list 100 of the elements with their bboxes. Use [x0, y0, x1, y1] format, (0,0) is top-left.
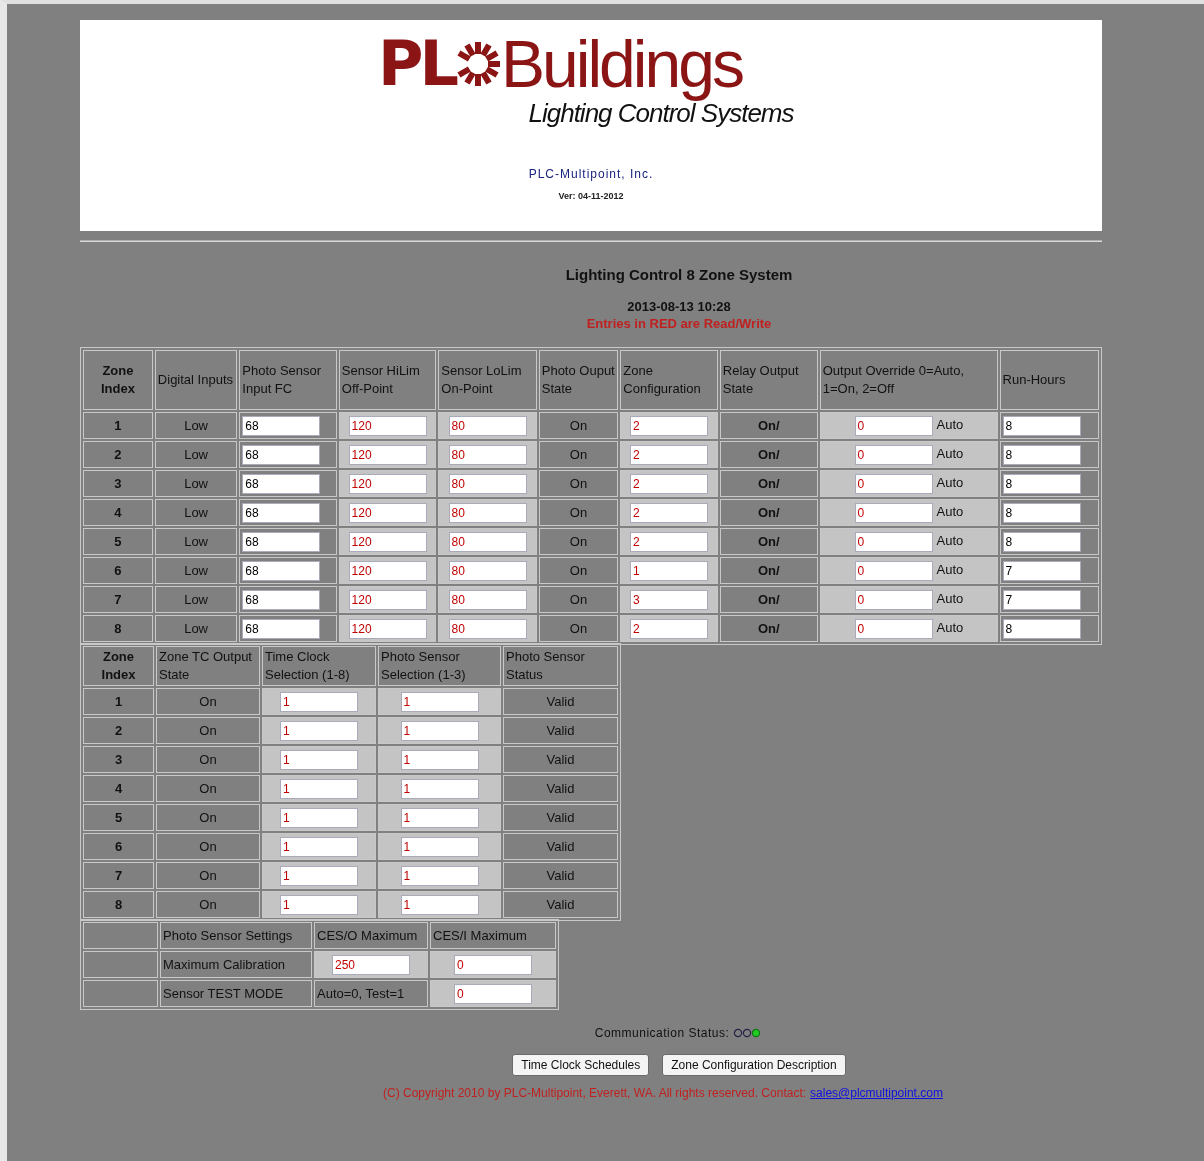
input-field[interactable]: 120 [348, 560, 427, 581]
input-field[interactable]: 8 [1002, 473, 1081, 494]
input-field[interactable]: 80 [448, 531, 527, 552]
input-field[interactable]: 120 [348, 618, 427, 639]
input-field[interactable]: 80 [448, 560, 527, 581]
input-field[interactable]: 8 [1002, 415, 1081, 436]
date-time: 2013-08-13 10:28 [627, 299, 731, 314]
input-field[interactable]: 80 [448, 473, 527, 494]
table-cell: Low [154, 586, 238, 613]
input-field[interactable]: 1 [630, 560, 708, 581]
column-header: Run-Hours [999, 350, 1099, 410]
input-field[interactable]: 2 [630, 444, 708, 465]
input-field[interactable]: 7 [1002, 589, 1081, 610]
input-field[interactable]: 68 [242, 473, 321, 494]
override-label: Auto [936, 503, 965, 519]
sunburst-icon [455, 39, 502, 89]
input-field[interactable]: 120 [348, 531, 427, 552]
column-header: CES/I Maximum [430, 922, 556, 949]
input-field[interactable]: 68 [242, 531, 321, 552]
table-cell: Valid [503, 891, 618, 918]
table-cell: 7 [83, 862, 154, 889]
input-field[interactable]: 1 [280, 691, 358, 712]
input-field[interactable]: 1 [400, 807, 479, 828]
input-field[interactable]: 68 [242, 502, 321, 523]
input-field[interactable]: 1 [400, 836, 479, 857]
input-field[interactable]: 0 [854, 589, 933, 610]
input-field[interactable]: 8 [1002, 618, 1081, 639]
table-cell: 8 [83, 615, 153, 642]
input-field[interactable]: 80 [448, 589, 527, 610]
input-field[interactable]: 2 [630, 502, 708, 523]
input-field[interactable]: 1 [400, 894, 479, 915]
table-cell: 4 [83, 499, 153, 526]
table-cell: 3 [83, 470, 153, 497]
input-field[interactable]: 68 [242, 415, 321, 436]
column-header: CES/O Maximum [314, 922, 428, 949]
input-field[interactable]: 0 [854, 502, 933, 523]
table-cell: Valid [503, 804, 618, 831]
table-cell: On [538, 412, 619, 439]
table-cell: Valid [503, 833, 618, 860]
table-cell: Low [154, 441, 238, 468]
input-field[interactable]: 1 [280, 894, 358, 915]
page-title: Lighting Control 8 Zone System [565, 266, 793, 283]
input-field[interactable]: 3 [630, 589, 708, 610]
input-field[interactable]: 0 [854, 618, 933, 639]
column-header: Zone Configuration [620, 350, 718, 410]
note-text: Entries in RED are Read/Write [586, 316, 772, 331]
input-field[interactable]: 80 [448, 618, 527, 639]
input-field[interactable]: 1 [400, 778, 479, 799]
table-cell: 5 [83, 804, 154, 831]
version-text: Ver: 04-11-2012 [558, 191, 624, 201]
input-field[interactable]: 0 [454, 954, 532, 975]
input-field[interactable]: 120 [348, 444, 427, 465]
input-field[interactable]: 1 [280, 720, 358, 741]
input-field[interactable]: 68 [242, 589, 321, 610]
input-field[interactable]: 1 [280, 807, 358, 828]
column-header: Photo Ouput State [538, 350, 619, 410]
table-cell: Maximum Calibration [160, 951, 312, 978]
table-cell: Auto=0, Test=1 [314, 980, 428, 1007]
input-field[interactable]: 2 [630, 618, 708, 639]
input-field[interactable]: 1 [280, 749, 358, 770]
input-field[interactable]: 0 [454, 983, 532, 1004]
input-field[interactable]: 8 [1002, 444, 1081, 465]
input-field[interactable]: 1 [280, 836, 358, 857]
input-field[interactable]: 68 [242, 618, 321, 639]
input-field[interactable]: 1 [400, 749, 479, 770]
input-field[interactable]: 250 [332, 954, 410, 975]
input-field[interactable]: 2 [630, 415, 708, 436]
input-field[interactable]: 120 [348, 415, 427, 436]
input-field[interactable]: 80 [448, 502, 527, 523]
input-field[interactable]: 0 [854, 473, 933, 494]
input-field[interactable]: 2 [630, 473, 708, 494]
table-cell: Low [154, 470, 238, 497]
input-field[interactable]: 1 [280, 778, 358, 799]
input-field[interactable]: 80 [448, 415, 527, 436]
input-field[interactable]: 0 [854, 531, 933, 552]
nav-button[interactable]: Time Clock Schedules [512, 1054, 650, 1076]
table-cell: On/ [719, 470, 818, 497]
input-field[interactable]: 120 [348, 502, 427, 523]
input-field[interactable]: 0 [854, 444, 933, 465]
input-field[interactable]: 68 [242, 560, 321, 581]
input-field[interactable]: 0 [854, 415, 933, 436]
input-field[interactable]: 120 [348, 589, 427, 610]
input-field[interactable]: 1 [400, 865, 479, 886]
input-field[interactable]: 1 [400, 691, 479, 712]
input-field[interactable]: 1 [280, 865, 358, 886]
table-cell: On [538, 470, 619, 497]
input-field[interactable]: 8 [1002, 502, 1081, 523]
table-cell: 2 [83, 717, 154, 744]
input-field[interactable]: 68 [242, 444, 321, 465]
table-cell: 3 [83, 746, 154, 773]
nav-button[interactable]: Zone Configuration Description [662, 1054, 846, 1076]
input-field[interactable]: 7 [1002, 560, 1081, 581]
input-field[interactable]: 80 [448, 444, 527, 465]
input-field[interactable]: 2 [630, 531, 708, 552]
input-field[interactable]: 120 [348, 473, 427, 494]
input-field[interactable]: 0 [854, 560, 933, 581]
input-field[interactable]: 1 [400, 720, 479, 741]
table-cell: Low [154, 615, 238, 642]
input-field[interactable]: 8 [1002, 531, 1081, 552]
table-cell: On/ [719, 412, 818, 439]
